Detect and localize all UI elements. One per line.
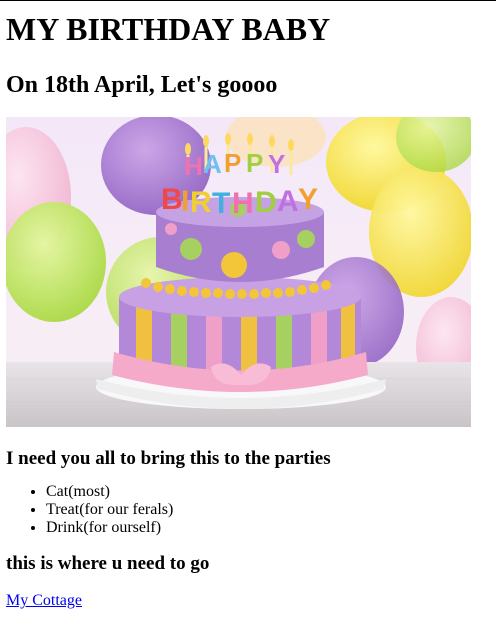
birthday-cake-image: H A P P Y B I R T H D A Y xyxy=(6,117,471,427)
list-item: Treat(for our ferals) xyxy=(46,501,490,519)
cottage-link[interactable]: My Cottage xyxy=(6,592,82,610)
svg-text:I: I xyxy=(181,185,189,218)
bring-list: Cat(most) Treat(for our ferals) Drink(fo… xyxy=(6,483,490,537)
list-item: Cat(most) xyxy=(46,483,490,501)
svg-text:D: D xyxy=(255,186,277,219)
list-item: Drink(for ourself) xyxy=(46,519,490,537)
svg-text:H: H xyxy=(184,151,203,181)
bring-heading: I need you all to bring this to the part… xyxy=(6,448,331,469)
page-content: MY BIRTHDAY BABY On 18th April, Let's go… xyxy=(0,11,496,610)
svg-text:B: B xyxy=(161,183,183,216)
svg-text:A: A xyxy=(277,185,299,218)
where-heading: this is where u need to go xyxy=(6,553,210,574)
svg-text:P: P xyxy=(224,148,241,178)
svg-text:P: P xyxy=(246,148,263,178)
svg-text:T: T xyxy=(212,187,230,220)
svg-text:H: H xyxy=(232,187,254,220)
svg-text:Y: Y xyxy=(298,183,318,216)
svg-text:A: A xyxy=(203,149,222,179)
svg-text:R: R xyxy=(190,186,212,219)
svg-text:Y: Y xyxy=(268,149,285,179)
page-subtitle: On 18th April, Let's goooo xyxy=(6,72,278,98)
page-title: MY BIRTHDAY BABY xyxy=(6,11,331,47)
